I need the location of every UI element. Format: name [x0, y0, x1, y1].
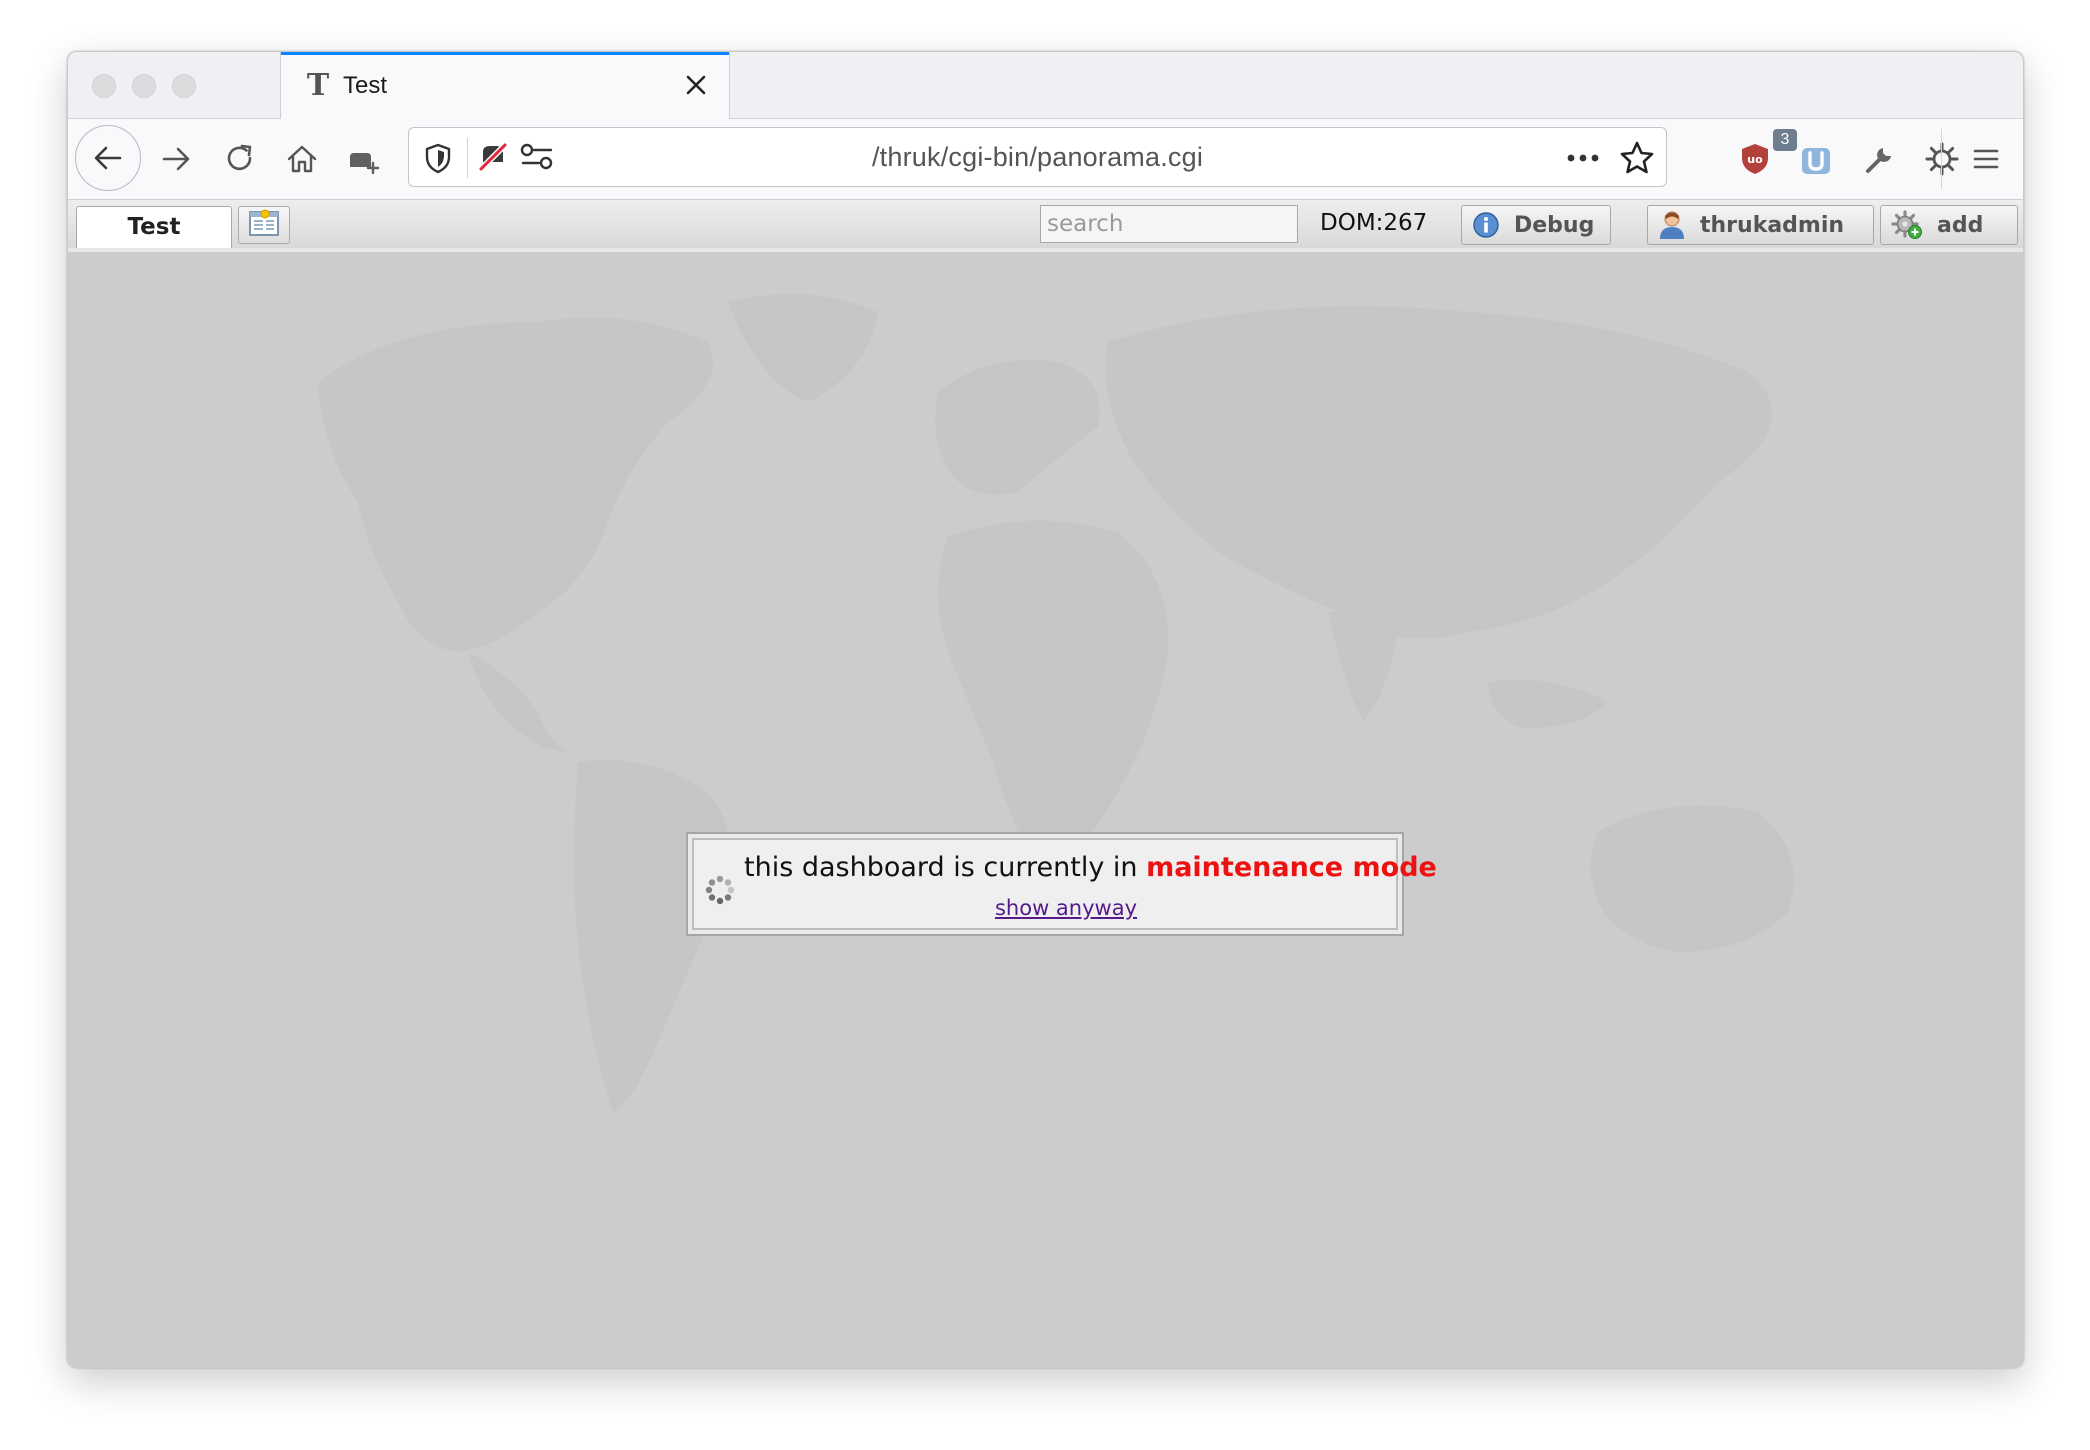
ublock-origin-icon[interactable]: uo [1733, 137, 1777, 181]
url-text[interactable]: /thruk/cgi-bin/panorama.cgi [409, 142, 1666, 173]
extension-badge: 3 [1773, 129, 1797, 151]
maintenance-mode-highlight: maintenance mode [1146, 852, 1437, 883]
home-icon[interactable] [280, 137, 324, 181]
close-tab-icon[interactable] [681, 70, 711, 100]
thruk-favicon-icon: T [306, 68, 330, 103]
show-anyway-link[interactable]: show anyway [995, 896, 1137, 920]
maintenance-message-prefix: this dashboard is currently in [744, 852, 1147, 883]
maintenance-notice: this dashboard is currently in maintenan… [686, 832, 1437, 936]
dom-count-label: DOM:267 [1320, 210, 1428, 236]
tab-strip: T Test [68, 52, 2023, 119]
container-icon[interactable] [342, 137, 386, 181]
svg-text:uo: uo [1747, 153, 1763, 166]
address-bar[interactable]: /thruk/cgi-bin/panorama.cgi [408, 127, 1667, 187]
navigation-toolbar: /thruk/cgi-bin/panorama.cgi uo 3 [68, 119, 2023, 200]
window-minimize-light[interactable] [132, 74, 156, 98]
forward-arrow-icon[interactable] [154, 137, 198, 181]
back-arrow-icon[interactable] [75, 125, 141, 191]
dashboard-tab-test[interactable]: Test [76, 206, 232, 248]
browser-tab[interactable]: T Test [280, 52, 730, 119]
page-actions-icon[interactable] [1565, 142, 1601, 178]
maintenance-message: this dashboard is currently in maintenan… [744, 852, 1437, 883]
window-close-light[interactable] [92, 74, 116, 98]
new-dashboard-icon [248, 209, 280, 241]
gear-icon[interactable] [1920, 137, 1964, 181]
toolbar-divider [1941, 129, 1942, 189]
search-input[interactable] [1040, 205, 1298, 243]
extension-icon[interactable] [1795, 137, 1839, 181]
user-icon [1658, 210, 1686, 240]
debug-label: Debug [1514, 212, 1595, 238]
bookmark-star-icon[interactable] [1619, 140, 1655, 180]
active-tab-indicator [281, 52, 729, 55]
info-icon [1472, 211, 1500, 239]
browser-window: T Test /thruk/cgi-bin/panorama.cgi uo 3 … [67, 51, 2024, 1368]
hamburger-menu-icon[interactable] [1964, 137, 2008, 181]
show-anyway-container: show anyway [744, 896, 1388, 920]
add-button[interactable]: add [1880, 205, 2018, 245]
new-dashboard-tab-button[interactable] [238, 206, 290, 244]
gear-add-icon [1891, 210, 1923, 240]
panorama-toolbar: Test DOM:267 Debug [68, 200, 2023, 252]
world-map-background [318, 294, 1794, 1112]
loading-spinner-icon [704, 874, 736, 906]
maintenance-notice-inner: this dashboard is currently in maintenan… [692, 838, 1437, 930]
tab-title: Test [343, 72, 388, 99]
add-label: add [1937, 212, 1984, 238]
user-label: thrukadmin [1700, 212, 1845, 238]
window-zoom-light[interactable] [172, 74, 196, 98]
dashboard-canvas: this dashboard is currently in maintenan… [68, 252, 2023, 1367]
user-menu-button[interactable]: thrukadmin [1647, 205, 1874, 245]
debug-button[interactable]: Debug [1461, 205, 1611, 245]
wrench-icon[interactable] [1858, 137, 1902, 181]
reload-icon[interactable] [218, 137, 262, 181]
